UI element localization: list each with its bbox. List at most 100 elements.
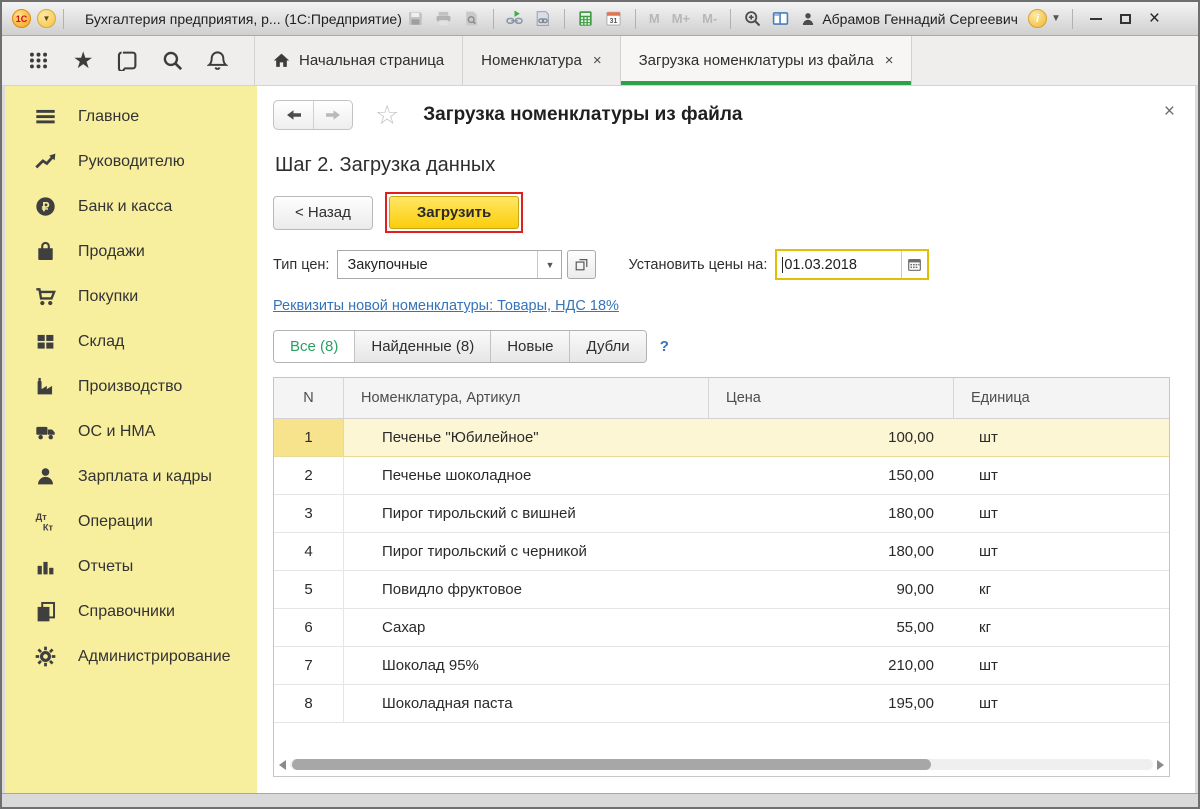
current-user[interactable]: Абрамов Геннадий Сергеевич	[800, 11, 1018, 27]
scrollbar-track[interactable]	[290, 759, 1153, 770]
cell-price: 195,00	[709, 685, 954, 722]
bar-chart-icon	[35, 556, 56, 577]
memory-m-plus-button[interactable]: M+	[672, 11, 690, 26]
close-panel-button[interactable]: ×	[1164, 102, 1175, 121]
table-row[interactable]: 8Шоколадная паста195,00шт	[274, 685, 1169, 723]
save-icon[interactable]	[405, 8, 427, 30]
sidebar-item-os-i-nma[interactable]: ОС и НМА	[5, 409, 257, 454]
sections-grid-icon[interactable]	[21, 44, 55, 78]
cell-name: Печенье "Юбилейное"	[344, 419, 709, 456]
search-icon[interactable]	[156, 44, 190, 78]
minimize-button[interactable]	[1090, 18, 1102, 20]
panels-icon[interactable]	[769, 8, 791, 30]
scroll-left-icon[interactable]	[279, 760, 286, 770]
memory-m-minus-button[interactable]: M-	[702, 11, 717, 26]
sidebar-item-bank-i-kassa[interactable]: Банк и касса	[5, 184, 257, 229]
truck-icon	[35, 421, 56, 442]
forward-arrow-button[interactable]	[313, 101, 352, 129]
history-icon[interactable]	[111, 44, 145, 78]
calculator-icon[interactable]	[575, 8, 597, 30]
back-arrow-button[interactable]	[274, 101, 313, 129]
print-preview-icon[interactable]	[461, 8, 483, 30]
table-row[interactable]: 4Пирог тирольский с черникой180,00шт	[274, 533, 1169, 571]
export-link-icon[interactable]	[532, 8, 554, 30]
help-link[interactable]: ?	[660, 338, 669, 355]
table-row[interactable]: 2Печенье шоколадное150,00шт	[274, 457, 1169, 495]
divider	[493, 9, 494, 29]
sidebar-item-spravochniki[interactable]: Справочники	[5, 589, 257, 634]
tab-label: Загрузка номенклатуры из файла	[639, 52, 874, 69]
column-header-n[interactable]: N	[274, 378, 344, 418]
sidebar-item-label: Главное	[78, 108, 139, 126]
sidebar-item-glavnoe[interactable]: Главное	[5, 94, 257, 139]
user-icon	[800, 11, 816, 27]
scrollbar-thumb[interactable]	[292, 759, 931, 770]
import-link-icon[interactable]	[504, 8, 526, 30]
trend-chart-icon	[35, 151, 56, 172]
date-field[interactable]: 01.03.2018	[775, 249, 929, 280]
cell-ncell: 8	[274, 685, 344, 722]
favorite-star-icon[interactable]: ☆	[375, 102, 399, 129]
cell-price: 55,00	[709, 609, 954, 646]
sidebar-item-label: Банк и касса	[78, 198, 172, 216]
table-row[interactable]: 1Печенье "Юбилейное"100,00шт	[274, 419, 1169, 457]
filter-button[interactable]: Все (8)	[274, 331, 354, 362]
scroll-right-icon[interactable]	[1157, 760, 1164, 770]
chevron-down-icon[interactable]: ▼	[1051, 13, 1061, 24]
tab-nomenclature[interactable]: Номенклатура×	[462, 36, 619, 85]
cell-ncell: 1	[274, 419, 344, 456]
sidebar-item-pokupki[interactable]: Покупки	[5, 274, 257, 319]
horizontal-scrollbar[interactable]	[279, 758, 1164, 771]
notifications-bell-icon[interactable]	[201, 44, 235, 78]
combo-dropdown-icon[interactable]: ▼	[537, 251, 561, 278]
sidebar-item-proizvodstvo[interactable]: Производство	[5, 364, 257, 409]
tabs: Начальная страницаНоменклатура×Загрузка …	[254, 36, 912, 85]
load-button[interactable]: Загрузить	[389, 196, 519, 229]
favorites-star-icon[interactable]: ★	[66, 44, 100, 78]
back-button[interactable]: < Назад	[273, 196, 373, 230]
table-row[interactable]: 7Шоколад 95%210,00шт	[274, 647, 1169, 685]
cell-unit: шт	[954, 685, 1169, 722]
filter-button[interactable]: Найденные (8)	[354, 331, 490, 362]
tab-close-icon[interactable]: ×	[885, 52, 894, 69]
table-row[interactable]: 3Пирог тирольский с вишней180,00шт	[274, 495, 1169, 533]
zoom-icon[interactable]	[741, 8, 763, 30]
sidebar-item-administrirovanie[interactable]: Администрирование	[5, 634, 257, 679]
print-icon[interactable]	[433, 8, 455, 30]
cell-unit: кг	[954, 609, 1169, 646]
tab-home[interactable]: Начальная страница	[254, 36, 462, 85]
sidebar-item-rukovoditelyu[interactable]: Руководителю	[5, 139, 257, 184]
tab-close-icon[interactable]: ×	[593, 52, 602, 69]
cell-name: Шоколад 95%	[344, 647, 709, 684]
main-menu-dropdown-icon[interactable]: ▼	[37, 9, 56, 28]
price-type-combobox[interactable]: Закупочные ▼	[337, 250, 562, 279]
sidebar-item-otchety[interactable]: Отчеты	[5, 544, 257, 589]
tab-load-from-file[interactable]: Загрузка номенклатуры из файла ×	[620, 36, 913, 85]
cell-ncell: 3	[274, 495, 344, 532]
column-header-name[interactable]: Номенклатура, Артикул	[344, 378, 709, 418]
table-row[interactable]: 6Сахар55,00кг	[274, 609, 1169, 647]
divider	[635, 9, 636, 29]
column-header-price[interactable]: Цена	[709, 378, 954, 418]
cell-price: 90,00	[709, 571, 954, 608]
main-panel: ☆ Загрузка номенклатуры из файла × Шаг 2…	[257, 86, 1195, 793]
calendar-icon[interactable]	[603, 8, 625, 30]
table-row[interactable]: 5Повидло фруктовое90,00кг	[274, 571, 1169, 609]
open-list-button[interactable]	[567, 250, 596, 279]
column-header-unit[interactable]: Единица	[954, 378, 1169, 418]
maximize-button[interactable]	[1120, 14, 1131, 24]
filter-button[interactable]: Дубли	[569, 331, 645, 362]
sidebar-item-prodazhi[interactable]: Продажи	[5, 229, 257, 274]
filter-button[interactable]: Новые	[490, 331, 569, 362]
sidebar-item-zarplata-i-kadry[interactable]: Зарплата и кадры	[5, 454, 257, 499]
requisites-link[interactable]: Реквизиты новой номенклатуры: Товары, НД…	[273, 298, 619, 314]
memory-m-button[interactable]: M	[649, 11, 660, 26]
info-icon[interactable]: i	[1028, 9, 1047, 28]
cell-price: 180,00	[709, 495, 954, 532]
sidebar-item-sklad[interactable]: Склад	[5, 319, 257, 364]
date-picker-calendar-icon[interactable]	[901, 251, 927, 278]
cell-unit: кг	[954, 571, 1169, 608]
sidebar-item-operacii[interactable]: Операции	[5, 499, 257, 544]
close-window-button[interactable]: ×	[1149, 9, 1160, 28]
sidebar: Главное Руководителю Банк и касса ПродажиПо…	[5, 86, 257, 793]
